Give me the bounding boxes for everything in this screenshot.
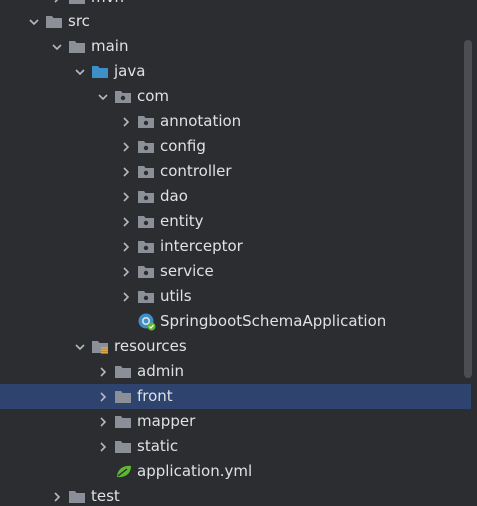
tree-node-label: utils [160, 287, 192, 305]
chevron-right-icon[interactable] [115, 209, 137, 234]
package-icon [137, 284, 159, 309]
chevron-right-icon[interactable] [115, 184, 137, 209]
chevron-right-icon[interactable] [115, 284, 137, 309]
chevron-right-icon[interactable] [115, 259, 137, 284]
chevron-right-icon[interactable] [46, 484, 68, 506]
tree-node-label: mapper [137, 412, 196, 430]
package-icon [137, 259, 159, 284]
package-icon [137, 159, 159, 184]
tree-node-label: application.yml [137, 462, 253, 480]
tree-node-utils[interactable]: utils [0, 284, 471, 309]
tree-node-interceptor[interactable]: interceptor [0, 234, 471, 259]
tree-node-static[interactable]: static [0, 434, 471, 459]
folder-icon [45, 9, 67, 34]
tree-node-annotation[interactable]: annotation [0, 109, 471, 134]
tree-node-mapper[interactable]: mapper [0, 409, 471, 434]
chevron-right-icon[interactable] [115, 159, 137, 184]
chevron-right-icon[interactable] [115, 234, 137, 259]
folder-icon [114, 359, 136, 384]
tree-node-application-yml[interactable]: application.yml [0, 459, 471, 484]
tree-node-label: admin [137, 362, 184, 380]
tree-node-entity[interactable]: entity [0, 209, 471, 234]
tree-node-label: annotation [160, 112, 242, 130]
tree-node-admin[interactable]: admin [0, 359, 471, 384]
tree-node-label: dao [160, 187, 188, 205]
tree-node-label: service [160, 262, 214, 280]
folder-icon [68, 34, 90, 59]
tree-node-label: entity [160, 212, 204, 230]
tree-node-springbootschemaapplication[interactable]: SpringbootSchemaApplication [0, 309, 471, 334]
tree-node-front[interactable]: front [0, 384, 471, 409]
package-icon [137, 109, 159, 134]
tree-node-config[interactable]: config [0, 134, 471, 159]
tree-node-label: src [68, 12, 90, 30]
tree-node-main[interactable]: main [0, 34, 471, 59]
tree-node-label: SpringbootSchemaApplication [160, 312, 387, 330]
chevron-right-icon[interactable] [92, 434, 114, 459]
tree-node-label: interceptor [160, 237, 243, 255]
tree-node-label: resources [114, 337, 187, 355]
project-tree: mvnsrcmainjavacomannotationconfigcontrol… [0, 0, 477, 506]
tree-node-label: main [91, 37, 129, 55]
tree-node-label: front [137, 387, 173, 405]
chevron-right-icon[interactable] [115, 134, 137, 159]
spring-boot-class-icon [137, 309, 159, 334]
tree-node-src[interactable]: src [0, 9, 471, 34]
tree-node-com[interactable]: com [0, 84, 471, 109]
chevron-right-icon[interactable] [92, 409, 114, 434]
tree-node-label: controller [160, 162, 232, 180]
tree-node-label: com [137, 87, 170, 105]
tree-node-controller[interactable]: controller [0, 159, 471, 184]
spring-yml-file-icon [114, 459, 136, 484]
package-icon [137, 134, 159, 159]
tree-node-label: config [160, 137, 206, 155]
tree-node-resources[interactable]: resources [0, 334, 471, 359]
chevron-right-icon[interactable] [115, 109, 137, 134]
tree-node-label: java [114, 62, 146, 80]
chevron-right-icon[interactable] [92, 384, 114, 409]
chevron-down-icon[interactable] [23, 9, 45, 34]
folder-icon [114, 409, 136, 434]
package-icon [137, 184, 159, 209]
package-icon [137, 234, 159, 259]
source-root-folder-icon [91, 59, 113, 84]
package-icon [137, 209, 159, 234]
chevron-down-icon[interactable] [69, 334, 91, 359]
folder-icon [114, 434, 136, 459]
chevron-down-icon[interactable] [92, 84, 114, 109]
tree-node-service[interactable]: service [0, 259, 471, 284]
tree-node-label: static [137, 437, 179, 455]
tree-node-dao[interactable]: dao [0, 184, 471, 209]
tree-node-java[interactable]: java [0, 59, 471, 84]
chevron-right-icon[interactable] [92, 359, 114, 384]
tree-node-test[interactable]: test [0, 484, 471, 506]
chevron-down-icon[interactable] [69, 59, 91, 84]
folder-icon [68, 484, 90, 506]
tree-node-label: test [91, 487, 120, 505]
package-icon [114, 84, 136, 109]
resources-root-folder-icon [91, 334, 113, 359]
folder-icon [114, 384, 136, 409]
chevron-down-icon[interactable] [46, 34, 68, 59]
